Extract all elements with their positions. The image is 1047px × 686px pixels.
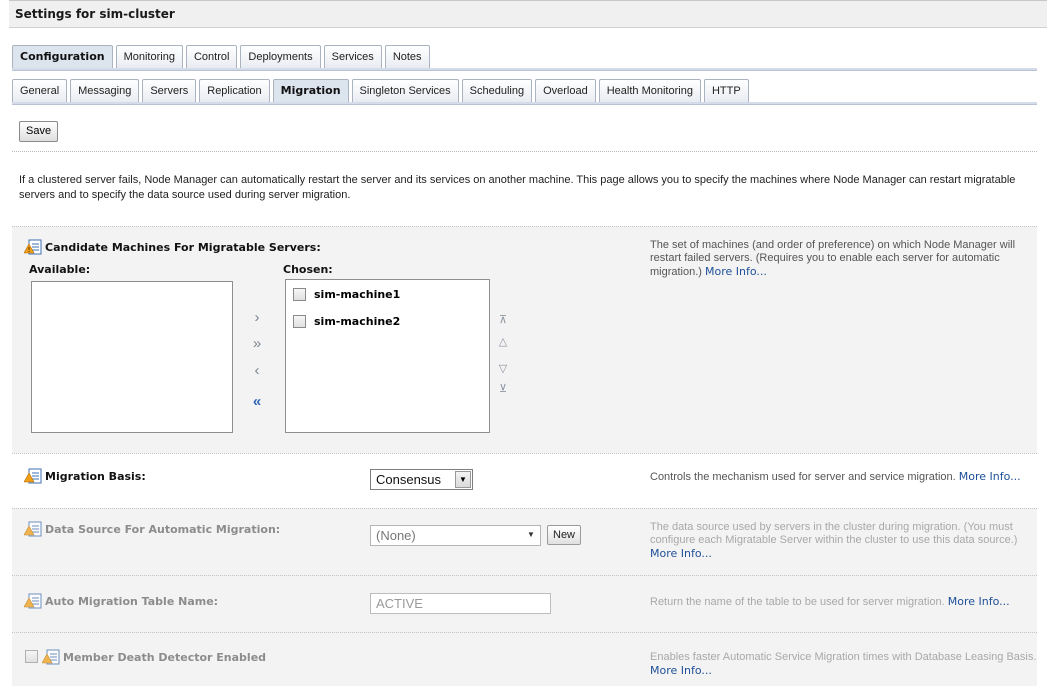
tab-health-monitoring[interactable]: Health Monitoring — [598, 79, 701, 103]
more-info-link[interactable]: More Info... — [650, 664, 712, 677]
candidate-machines-help: The set of machines (and order of prefer… — [650, 239, 1016, 278]
new-data-source-button[interactable]: New — [547, 525, 582, 545]
primary-tabs: Configuration Monitoring Control Deploym… — [12, 45, 433, 69]
table-name-label: Auto Migration Table Name: — [45, 595, 219, 608]
migration-basis-help: Controls the mechanism used for server a… — [650, 470, 1021, 483]
move-top-icon[interactable]: ⊼ — [496, 313, 510, 327]
table-name-row: Auto Migration Table Name: ACTIVE Return… — [12, 575, 1037, 632]
table-name-help: Return the name of the table to be used … — [650, 595, 1010, 608]
list-item[interactable]: sim-machine1 — [293, 288, 400, 301]
more-info-link[interactable]: More Info... — [959, 470, 1021, 483]
tab-servers[interactable]: Servers — [142, 79, 197, 103]
tab-control[interactable]: Control — [185, 45, 238, 69]
migration-basis-select[interactable]: Consensus ▼ — [370, 469, 473, 490]
tab-migration[interactable]: Migration — [272, 79, 349, 103]
chosen-list[interactable]: sim-machine1 sim-machine2 — [285, 279, 490, 433]
tab-messaging[interactable]: Messaging — [70, 79, 140, 103]
property-warning-icon — [24, 468, 42, 484]
move-left-icon[interactable]: ‹ — [248, 362, 266, 380]
tab-configuration[interactable]: Configuration — [12, 45, 113, 69]
death-detector-help: Enables faster Automatic Service Migrati… — [650, 651, 1037, 677]
primary-tabs-underline — [12, 68, 1037, 71]
table-name-field[interactable]: ACTIVE — [370, 593, 551, 614]
available-label: Available: — [29, 263, 91, 276]
death-detector-checkbox[interactable] — [25, 650, 38, 663]
tab-general[interactable]: General — [12, 79, 68, 103]
move-down-icon[interactable]: ▽ — [496, 362, 510, 376]
chevron-down-icon: ▼ — [455, 471, 471, 488]
chevron-down-icon: ▼ — [527, 530, 535, 539]
tab-monitoring[interactable]: Monitoring — [115, 45, 183, 69]
death-detector-label: Member Death Detector Enabled — [63, 651, 267, 664]
page-title: Settings for sim-cluster — [15, 7, 175, 21]
move-right-icon[interactable]: › — [248, 309, 266, 327]
data-source-row: Data Source For Automatic Migration: (No… — [12, 508, 1037, 575]
checkbox[interactable] — [293, 288, 306, 301]
migration-basis-row: Migration Basis: Consensus ▼ Controls th… — [12, 453, 1037, 508]
migration-basis-label: Migration Basis: — [45, 470, 146, 483]
tab-services[interactable]: Services — [323, 45, 382, 69]
list-item[interactable]: sim-machine2 — [293, 315, 400, 328]
tab-singleton-services[interactable]: Singleton Services — [351, 79, 459, 103]
more-info-link[interactable]: More Info... — [948, 595, 1010, 608]
available-list[interactable] — [31, 281, 233, 433]
candidate-machines-label: Candidate Machines For Migratable Server… — [45, 241, 321, 254]
tab-notes[interactable]: Notes — [384, 45, 430, 69]
intro-text: If a clustered server fails, Node Manage… — [19, 174, 1016, 201]
move-all-right-icon[interactable]: » — [248, 335, 266, 353]
candidate-machines-row: Candidate Machines For Migratable Server… — [12, 226, 1037, 453]
property-warning-icon — [42, 649, 60, 665]
tab-deployments[interactable]: Deployments — [240, 45, 321, 69]
save-button[interactable]: Save — [19, 121, 59, 142]
move-up-icon[interactable]: △ — [496, 335, 510, 349]
more-info-link[interactable]: More Info... — [705, 265, 767, 278]
property-warning-icon — [24, 521, 42, 537]
move-bottom-icon[interactable]: ⊻ — [496, 382, 510, 396]
property-warning-icon — [24, 593, 42, 609]
more-info-link[interactable]: More Info... — [650, 547, 712, 560]
tab-scheduling[interactable]: Scheduling — [461, 79, 533, 103]
secondary-tabs: General Messaging Servers Replication Mi… — [12, 79, 752, 103]
divider — [12, 151, 1037, 152]
data-source-select[interactable]: (None) ▼ — [370, 525, 541, 546]
secondary-tabs-underline — [12, 102, 1037, 105]
move-all-left-icon[interactable]: « — [248, 393, 266, 411]
page-title-bar: Settings for sim-cluster — [9, 0, 1047, 28]
tab-http[interactable]: HTTP — [703, 79, 749, 103]
data-source-help: The data source used by servers in the c… — [650, 521, 1018, 560]
tab-overload[interactable]: Overload — [535, 79, 596, 103]
chosen-label: Chosen: — [283, 263, 333, 276]
death-detector-row: Member Death Detector Enabled Enables fa… — [12, 632, 1037, 686]
checkbox[interactable] — [293, 315, 306, 328]
tab-replication[interactable]: Replication — [199, 79, 270, 103]
data-source-label: Data Source For Automatic Migration: — [45, 523, 281, 536]
property-warning-icon — [24, 239, 42, 255]
